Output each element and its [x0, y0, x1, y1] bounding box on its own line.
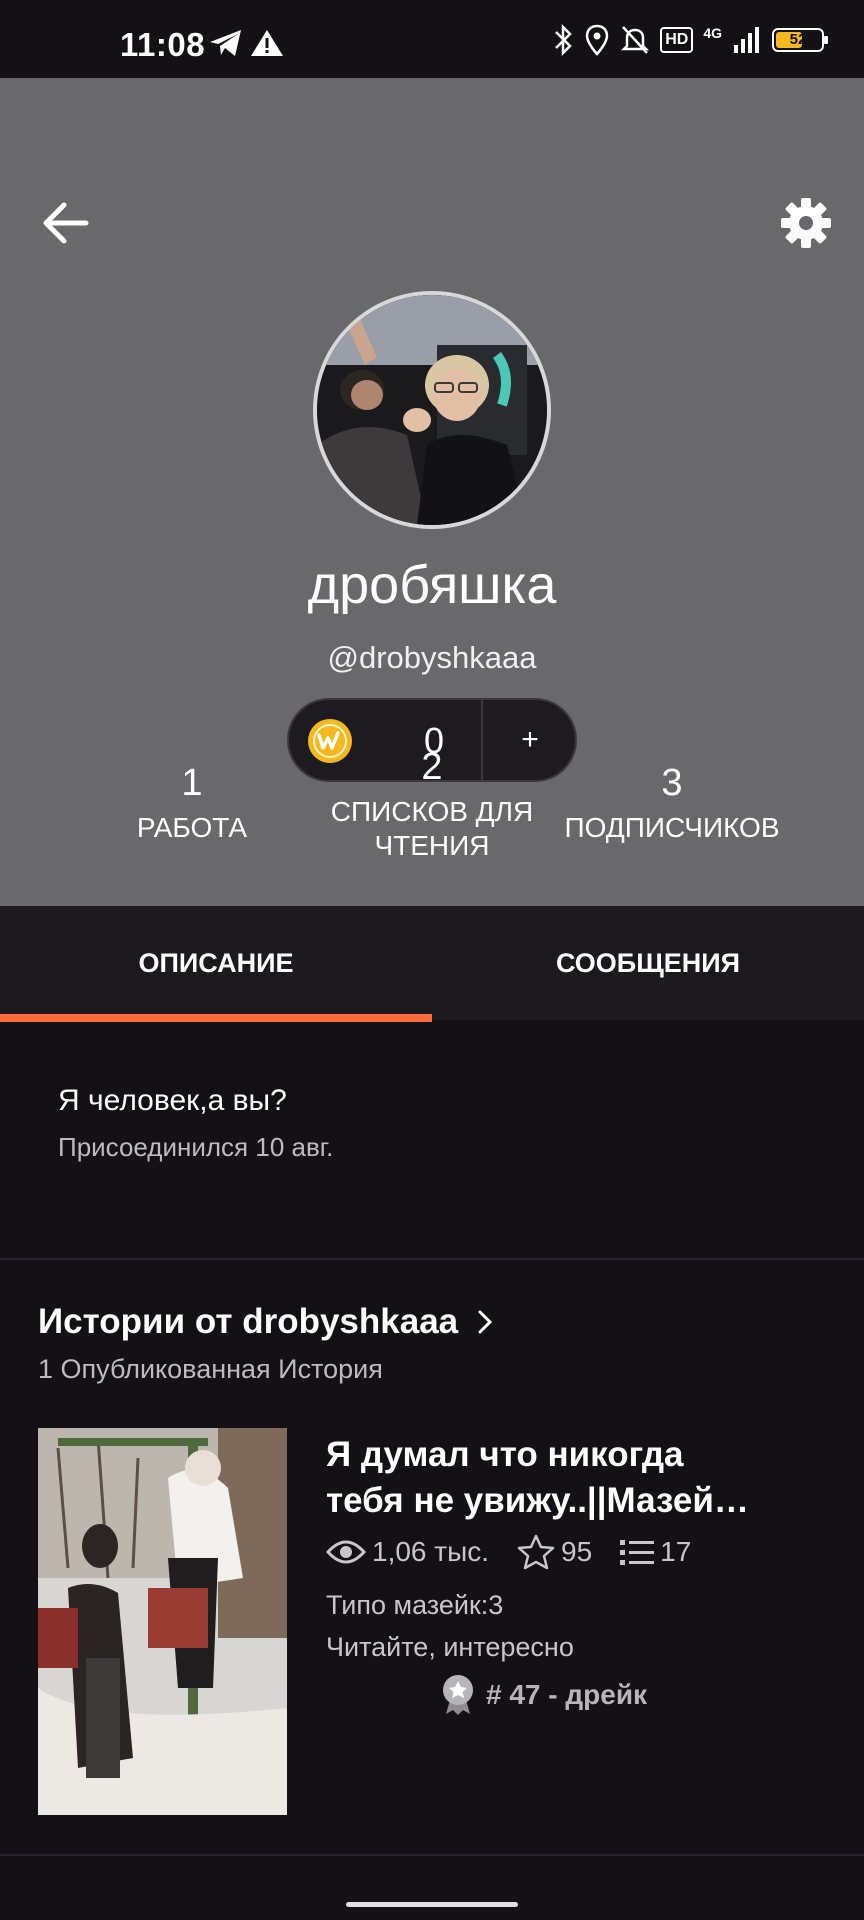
stat-followers-label: ПОДПИСЧИКОВ	[564, 812, 780, 843]
location-icon	[585, 24, 609, 56]
signal-icon	[734, 27, 759, 53]
gear-icon	[781, 198, 831, 248]
joined-date: Присоединился 10 авг.	[58, 1132, 334, 1162]
stat-followers[interactable]: 3 ПОДПИСЧИКОВ	[552, 762, 792, 845]
story-title[interactable]: Я думал что никогда тебя не увижу..||Маз…	[326, 1432, 826, 1524]
back-button[interactable]	[40, 198, 96, 248]
stat-works-label: РАБОТА	[136, 812, 248, 843]
hd-badge: HD	[660, 27, 694, 53]
stories-heading-text: Истории от drobyshkaaa	[38, 1302, 459, 1341]
home-indicator[interactable]	[346, 1902, 518, 1907]
story-title-line2: тебя не увижу..||Мазей…	[326, 1481, 749, 1520]
status-system-icons: HD 4G 52	[552, 24, 828, 56]
profile-tabs: ОПИСАНИЕ СООБЩЕНИЯ	[0, 906, 864, 1020]
award-icon	[443, 1675, 473, 1715]
story-title-line1: Я думал что никогда	[326, 1435, 684, 1474]
active-tab-indicator	[0, 1014, 432, 1022]
status-notifications	[208, 28, 284, 58]
section-divider	[0, 1258, 864, 1260]
stat-reading-lists-label: СПИСКОВ ДЛЯ ЧТЕНИЯ	[312, 795, 552, 863]
tab-messages[interactable]: СООБЩЕНИЯ	[432, 906, 864, 1020]
stories-heading[interactable]: Истории от drobyshkaaa	[38, 1302, 500, 1342]
story-rank[interactable]: # 47 - дрейк	[440, 1674, 647, 1716]
stat-reading-lists-label-line1: СПИСКОВ ДЛЯ	[330, 796, 534, 827]
status-time: 11:08	[120, 26, 206, 63]
star-icon	[517, 1534, 555, 1570]
avatar[interactable]	[313, 291, 551, 529]
tab-about[interactable]: ОПИСАНИЕ	[0, 906, 432, 1020]
story-tag[interactable]: Типо мазейк:3	[326, 1590, 503, 1621]
story-stats: 1,06 тыс. 95 17	[326, 1534, 719, 1570]
bluetooth-icon	[555, 24, 572, 56]
story-cover[interactable]	[38, 1428, 287, 1815]
battery-level: 52	[789, 31, 807, 48]
section-divider	[0, 1854, 864, 1856]
profile-header: дробяшка @drobyshkaaa 0 + 1 РАБОТА 2 СПИ…	[0, 78, 864, 906]
votes-value: 95	[561, 1536, 593, 1567]
rank-value: # 47 - дрейк	[486, 1679, 648, 1710]
stat-reading-lists-label-line2: ЧТЕНИЯ	[374, 830, 490, 861]
stories-count: 1 Опубликованная История	[38, 1354, 383, 1384]
story-tag[interactable]: Читайте, интересно	[326, 1632, 574, 1663]
stat-works-value: 1	[181, 762, 203, 804]
settings-button[interactable]	[779, 196, 833, 250]
battery-icon: 52	[772, 28, 828, 52]
stat-followers-value: 3	[661, 762, 683, 804]
display-name: дробяшка	[307, 555, 557, 615]
votes-count: 95	[517, 1534, 592, 1570]
reads-value: 1,06 тыс.	[372, 1536, 490, 1567]
reads-count: 1,06 тыс.	[326, 1536, 489, 1568]
parts-value: 17	[660, 1536, 692, 1567]
about-description: Я человек,а вы?	[58, 1084, 287, 1117]
network-type: 4G	[703, 25, 722, 41]
story-cover-image	[38, 1428, 287, 1815]
warning-icon	[251, 30, 283, 56]
mute-bell-icon	[621, 26, 650, 54]
back-arrow-icon	[43, 202, 89, 244]
status-bar: 11:08 HD 4G 52	[0, 0, 864, 78]
stat-works[interactable]: 1 РАБОТА	[92, 762, 292, 845]
username: @drobyshkaaa	[327, 640, 537, 675]
parts-count: 17	[620, 1536, 691, 1568]
stat-reading-lists-value: 2	[421, 746, 443, 788]
list-icon	[620, 1540, 655, 1565]
chevron-right-icon	[478, 1310, 493, 1334]
stat-reading-lists[interactable]: 2 СПИСКОВ ДЛЯ ЧТЕНИЯ	[312, 746, 552, 863]
eye-icon	[326, 1540, 366, 1564]
avatar-photo	[317, 295, 547, 525]
telegram-icon	[210, 30, 241, 56]
